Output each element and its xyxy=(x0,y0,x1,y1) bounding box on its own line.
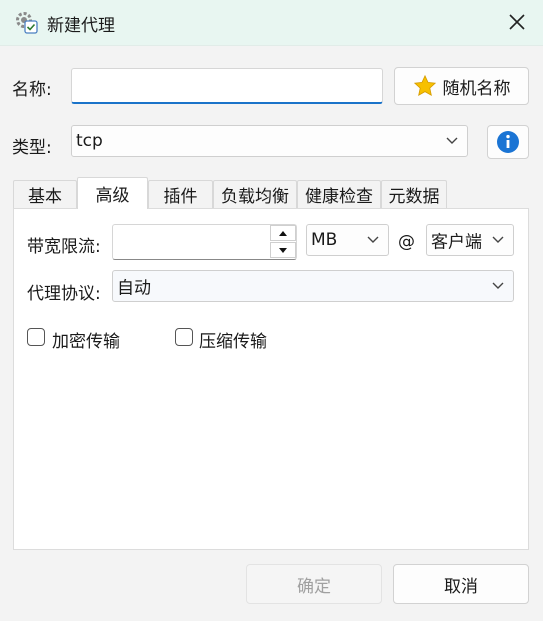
triangle-up-icon xyxy=(279,230,287,236)
protocol-select[interactable]: 自动 xyxy=(112,270,514,302)
ok-button[interactable]: 确定 xyxy=(246,564,382,604)
spin-down-button[interactable] xyxy=(270,242,296,258)
tab-metadata-label: 元数据 xyxy=(388,187,440,207)
encrypt-label: 加密传输 xyxy=(52,332,120,352)
chevron-down-icon xyxy=(492,236,504,243)
chevron-down-icon xyxy=(446,137,458,144)
tab-plugin-label: 插件 xyxy=(163,187,198,207)
unit-select[interactable]: MB xyxy=(306,224,389,256)
tab-load-balance-label: 负载均衡 xyxy=(221,187,289,207)
tab-basic-label: 基本 xyxy=(28,187,62,207)
random-name-label: 随机名称 xyxy=(442,78,511,99)
type-select-value: tcp xyxy=(76,131,103,151)
tab-health-check-label: 健康检查 xyxy=(305,187,373,207)
tab-advanced[interactable]: 高级 xyxy=(77,177,148,209)
unit-select-value: MB xyxy=(311,230,338,250)
ok-button-label: 确定 xyxy=(297,576,331,597)
info-button[interactable] xyxy=(487,125,529,159)
name-label: 名称: xyxy=(12,80,52,100)
bandwidth-label: 带宽限流: xyxy=(27,237,101,257)
side-select-value: 客户端 xyxy=(431,232,482,253)
chevron-down-icon xyxy=(367,236,379,243)
tab-basic[interactable]: 基本 xyxy=(13,180,77,208)
gear-check-icon xyxy=(16,12,38,34)
type-select[interactable]: tcp xyxy=(71,125,468,157)
name-input[interactable] xyxy=(71,68,383,104)
title-bar: 新建代理 xyxy=(0,0,543,46)
star-icon xyxy=(413,74,436,96)
compress-checkbox[interactable] xyxy=(175,328,193,346)
compress-label: 压缩传输 xyxy=(199,332,267,352)
side-select[interactable]: 客户端 xyxy=(426,224,514,256)
random-name-button[interactable]: 随机名称 xyxy=(394,67,529,105)
tab-health-check[interactable]: 健康检查 xyxy=(297,180,381,208)
info-icon xyxy=(497,131,519,153)
cancel-button[interactable]: 取消 xyxy=(393,564,529,604)
protocol-select-value: 自动 xyxy=(117,278,151,299)
spin-up-button[interactable] xyxy=(270,225,296,241)
tab-plugin[interactable]: 插件 xyxy=(148,180,213,208)
type-label: 类型: xyxy=(12,138,52,158)
cancel-button-label: 取消 xyxy=(444,576,478,597)
tab-advanced-label: 高级 xyxy=(95,186,130,206)
at-symbol: @ xyxy=(398,232,415,252)
protocol-label: 代理协议: xyxy=(27,284,101,304)
chevron-down-icon xyxy=(492,282,504,289)
tab-load-balance[interactable]: 负载均衡 xyxy=(213,180,297,208)
window-title: 新建代理 xyxy=(47,16,115,36)
triangle-down-icon xyxy=(279,247,287,253)
close-icon[interactable] xyxy=(500,5,534,39)
encrypt-checkbox[interactable] xyxy=(27,328,45,346)
tab-metadata[interactable]: 元数据 xyxy=(381,180,447,208)
